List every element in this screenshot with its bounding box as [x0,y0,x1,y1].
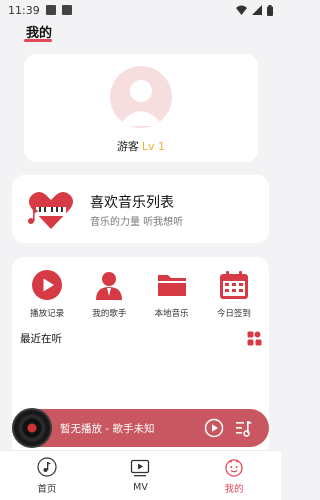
mv-play-icon [131,459,150,477]
nav-home[interactable]: 首页 [17,456,77,495]
quick-action-label: 今日签到 [216,309,251,319]
profile-name-line: 游客 Lv 1 [24,138,258,154]
battery-icon [267,4,273,16]
status-time: 11:39 [8,3,40,17]
quick-action-label: 我的歌手 [92,309,127,319]
quick-action-play-history[interactable]: 播放记录 [19,269,75,319]
now-playing-text: 暂无播放 - 歌手未知 [60,423,155,435]
folder-icon [157,275,186,296]
signal-icon [252,5,262,15]
status-right [236,4,273,16]
play-button-icon[interactable] [204,418,224,438]
notification-icon-2 [61,5,72,15]
quick-action-label: 本地音乐 [154,309,189,319]
notification-icon [45,5,56,15]
playlist-icon[interactable] [234,418,254,438]
favorites-subtitle: 音乐的力量 听我想听 [90,217,184,228]
play-circle-icon [32,270,63,300]
nav-label: 首页 [37,483,57,495]
grid-menu-icon[interactable] [247,331,262,346]
profile-name: 游客 [116,140,139,153]
heart-piano-icon [28,192,73,229]
quick-action-label: 播放记录 [30,309,65,319]
status-left: 11:39 [8,4,72,17]
bottom-nav: 首页 MV 我的 [0,450,281,500]
nav-mv[interactable]: MV [110,458,170,493]
nav-mine[interactable]: 我的 [204,457,264,495]
profile-card[interactable]: 游客 Lv 1 [24,54,258,162]
smile-face-icon [225,458,243,477]
title-underline [24,39,52,42]
recent-title: 最近在听 [20,333,62,345]
album-disc-icon[interactable] [12,408,52,448]
calendar-icon [219,271,248,299]
mini-player[interactable]: 暂无播放 - 歌手未知 [12,408,269,448]
favorites-card[interactable]: 喜欢音乐列表 音乐的力量 听我想听 [12,175,269,243]
singer-icon [96,272,123,300]
nav-label: MV [133,482,148,493]
quick-action-my-singers[interactable]: 我的歌手 [81,269,137,319]
wifi-icon [236,5,247,15]
status-bar: 11:39 [0,0,281,20]
music-note-icon [37,456,57,477]
quick-action-daily-checkin[interactable]: 今日签到 [206,269,262,319]
quick-actions-row: 播放记录 我的歌手 本地音乐 今日签到 [12,269,269,319]
default-avatar-icon [119,80,163,126]
profile-level: Lv 1 [141,140,166,153]
avatar[interactable] [110,66,172,128]
quick-action-local-music[interactable]: 本地音乐 [144,269,200,319]
nav-label: 我的 [224,483,244,495]
favorites-title: 喜欢音乐列表 [90,195,174,211]
